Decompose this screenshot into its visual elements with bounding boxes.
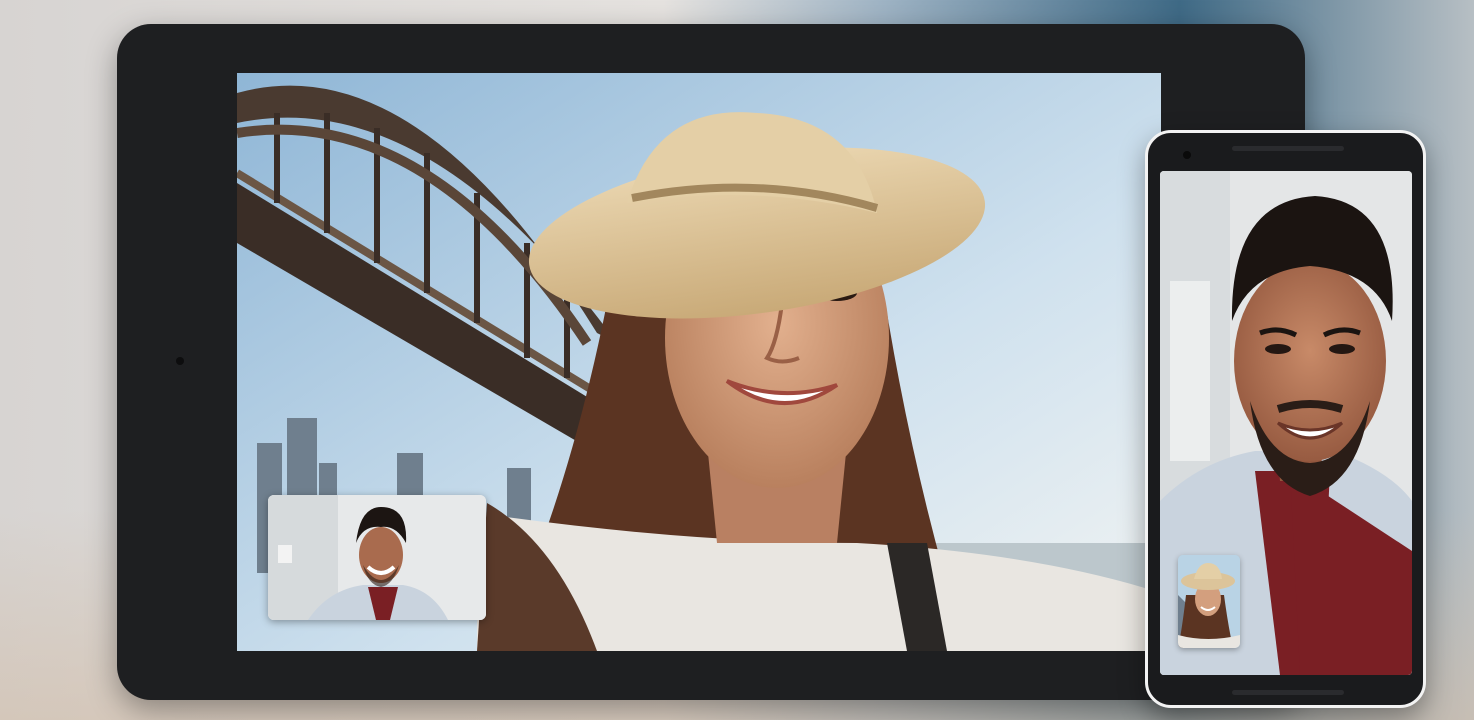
self-view-woman-image <box>1178 555 1240 648</box>
self-view-woman-phone[interactable] <box>1178 555 1240 648</box>
phone-camera-icon <box>1183 151 1191 159</box>
phone-speaker-top <box>1232 146 1344 151</box>
phone-speaker-bottom <box>1232 690 1344 695</box>
tablet-camera-icon <box>176 357 184 365</box>
self-view-man-image <box>268 495 486 620</box>
self-view-man-tablet[interactable] <box>268 495 486 620</box>
